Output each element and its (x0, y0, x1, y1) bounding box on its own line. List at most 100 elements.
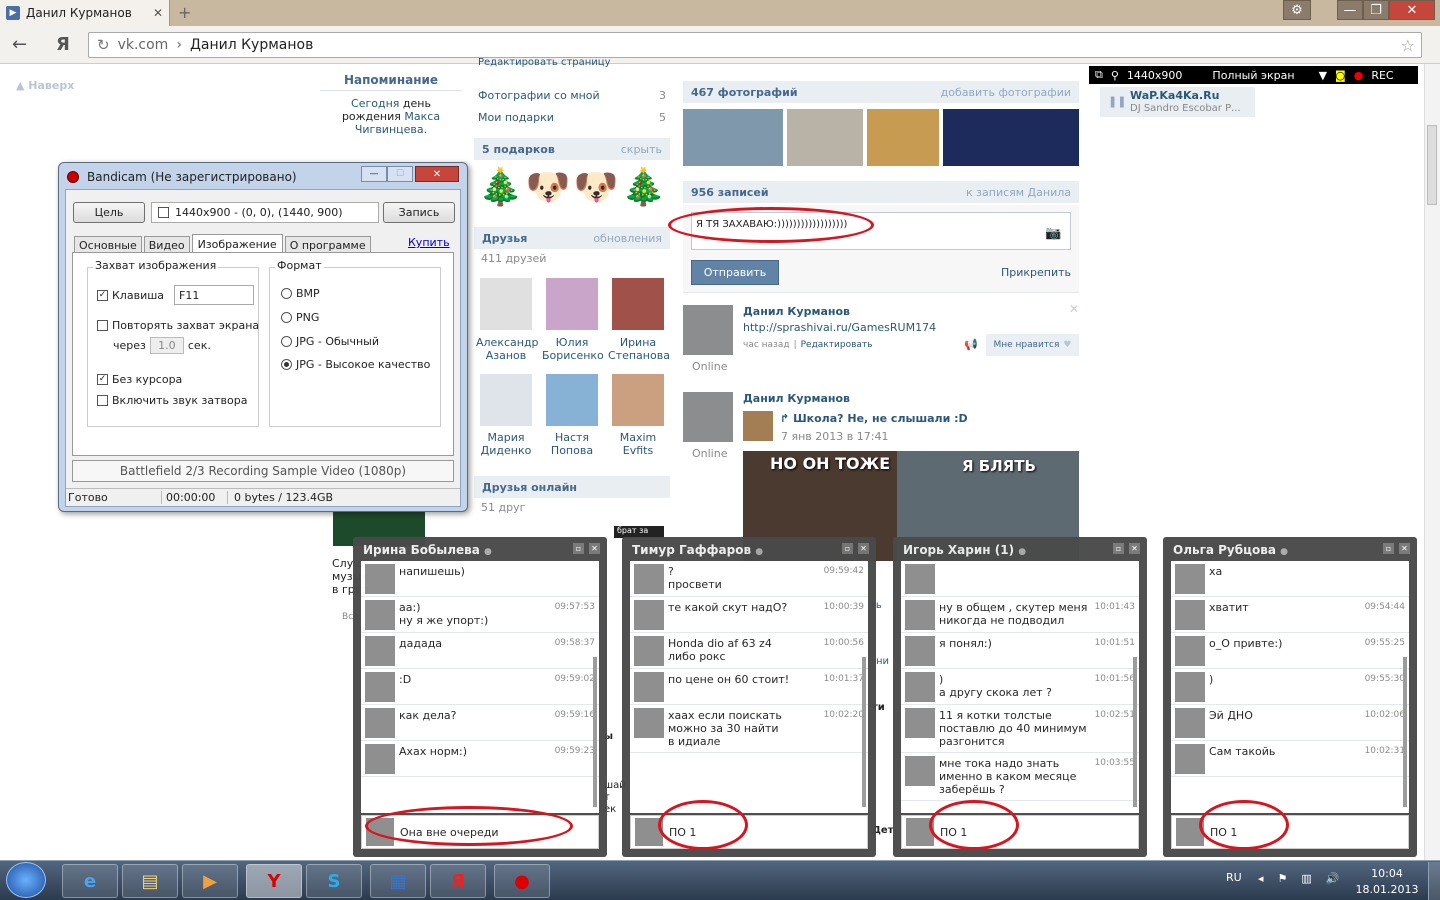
reminder-name2[interactable]: Чигвинцева. (320, 123, 462, 136)
maximize-icon[interactable]: ☐ (387, 166, 413, 182)
friend-name[interactable]: Maxim Evfits (608, 431, 668, 457)
friend-name[interactable]: Александр Азанов (476, 336, 539, 362)
clock[interactable]: 10:04 18.01.2013 (1354, 866, 1420, 898)
rec-fullscreen-label[interactable]: Полный экран (1212, 69, 1294, 82)
browser-tab[interactable]: ▶ Данил Курманов ✕ (0, 0, 170, 26)
minimize-chat-icon[interactable]: ▫ (842, 543, 853, 554)
like-button[interactable]: Мне нравится ♥ (986, 334, 1079, 356)
bookmark-star-icon[interactable]: ☆ (1401, 36, 1415, 55)
video-editor-icon[interactable]: ▦ (370, 864, 426, 898)
network-icon[interactable]: ▥ (1301, 872, 1311, 885)
my-gifts-row[interactable]: Мои подарки 5 (478, 111, 666, 124)
friend-avatar[interactable] (612, 374, 664, 426)
no-cursor-checkbox[interactable]: ✓ (97, 374, 108, 385)
post-link[interactable]: http://sprashivai.ru/GamesRUM174 (743, 321, 936, 334)
message-avatar[interactable] (905, 708, 935, 738)
radio-jpg-normal[interactable] (281, 336, 292, 347)
attach-link[interactable]: Прикрепить (1001, 266, 1071, 279)
area-checkbox[interactable] (158, 207, 169, 218)
post-author[interactable]: Данил Курманов (743, 392, 850, 405)
tab-close-icon[interactable]: ✕ (153, 6, 163, 20)
close-chat-icon[interactable]: ✕ (858, 543, 869, 554)
minimize-chat-icon[interactable]: ▫ (1113, 543, 1124, 554)
tray-expand-icon[interactable]: ◂ (1258, 872, 1264, 885)
message-avatar[interactable] (365, 636, 395, 666)
message-avatar[interactable] (365, 564, 395, 594)
maximize-icon[interactable]: ❐ (1363, 0, 1389, 20)
close-window-icon[interactable]: ✕ (1389, 0, 1435, 20)
message-avatar[interactable] (1175, 744, 1205, 774)
chat-scrollbar[interactable] (1403, 657, 1407, 807)
reload-icon[interactable]: ↻ (97, 36, 110, 54)
radio-jpg-high[interactable] (281, 359, 292, 370)
camera-icon[interactable]: ◙ (1335, 69, 1346, 82)
message-avatar[interactable] (905, 672, 935, 702)
format-option[interactable]: BMP (281, 287, 320, 300)
photo-thumb[interactable] (787, 109, 863, 166)
my-gifts-link[interactable]: Мои подарки (478, 111, 554, 124)
explorer-folder-icon[interactable]: ▤ (122, 864, 178, 898)
scroll-top-link[interactable]: ▲ Наверх (16, 79, 74, 92)
radio-png[interactable] (281, 312, 292, 323)
friend-avatar[interactable] (546, 374, 598, 426)
chat-scrollbar[interactable] (1133, 657, 1137, 807)
message-avatar[interactable] (634, 564, 664, 594)
volume-icon[interactable]: 🔊 (1326, 872, 1340, 885)
bandicam-taskbar-icon[interactable]: ● (494, 864, 550, 898)
friend-name[interactable]: Настя Попова (542, 431, 602, 457)
settings-gear-icon[interactable]: ⚙ (1283, 0, 1311, 20)
post-author-avatar[interactable] (683, 392, 733, 442)
message-avatar[interactable] (634, 672, 664, 702)
post-author[interactable]: Данил Курманов (743, 305, 850, 318)
chat-scrollbar[interactable] (593, 657, 597, 807)
close-chat-icon[interactable]: ✕ (589, 543, 600, 554)
friend-name[interactable]: Ирина Степанова (608, 336, 670, 362)
photos-with-me-link[interactable]: Фотографии со мной (478, 89, 600, 102)
audio-title[interactable]: WaP.Ka4Ka.Ru (1130, 89, 1251, 102)
chat-title[interactable]: Ольга Рубцова ● (1173, 543, 1288, 557)
gift-tree-icon[interactable]: 🎄 (478, 166, 523, 208)
chat-history[interactable]: ха 09:54:44 хватит 09:55:25 о_О привте:) 09:5… (1171, 561, 1409, 813)
pause-icon[interactable]: ❚❚ (1108, 95, 1126, 108)
format-option[interactable]: JPG - Обычный (281, 335, 379, 348)
rec-label[interactable]: REC (1371, 69, 1393, 82)
format-option[interactable]: PNG (281, 311, 319, 324)
delete-post-icon[interactable]: ✕ (1069, 302, 1079, 316)
photo-thumb[interactable] (943, 109, 1079, 166)
repeat-checkbox[interactable] (97, 320, 108, 331)
minimize-chat-icon[interactable]: ▫ (573, 543, 584, 554)
chat-scrollbar[interactable] (862, 657, 866, 807)
message-avatar[interactable] (905, 600, 935, 630)
chat-title[interactable]: Тимур Гаффаров ● (632, 543, 763, 557)
flag-icon[interactable]: ⚑ (1278, 872, 1288, 885)
start-button-icon[interactable] (6, 862, 46, 898)
gift-tree-icon[interactable]: 🎄 (621, 166, 666, 208)
gift-puppy-icon[interactable]: 🐶 (573, 166, 618, 208)
message-avatar[interactable] (1175, 672, 1205, 702)
photos-count[interactable]: 467 фотографий (691, 86, 798, 99)
send-button[interactable]: Отправить (691, 260, 779, 285)
post-edit-link[interactable]: Редактировать (801, 340, 873, 350)
minimize-icon[interactable]: — (1337, 0, 1363, 20)
capture-area-field[interactable]: 1440x900 - (0, 0), (1440, 900) (151, 202, 379, 223)
internet-explorer-icon[interactable]: e (62, 864, 118, 898)
url-bar[interactable]: ↻ vk.com › Данил Курманов ☆ (88, 32, 1422, 58)
show-desktop-button[interactable] (1428, 862, 1440, 900)
yandex-browser-icon[interactable]: Y (246, 864, 302, 898)
friend-name[interactable]: Мария Диденко (476, 431, 536, 457)
dropdown-arrow-icon[interactable]: ▼ (1319, 69, 1327, 82)
gift-puppy-icon[interactable]: 🐶 (526, 166, 571, 208)
message-avatar[interactable] (1175, 636, 1205, 666)
camera-icon[interactable]: 📷 (1045, 226, 1061, 241)
close-chat-icon[interactable]: ✕ (1129, 543, 1140, 554)
yandex-y-icon[interactable]: Я (56, 34, 70, 55)
audio-player[interactable]: ❚❚ WaP.Ka4Ka.Ru DJ Sandro Escobar Р... (1100, 87, 1255, 117)
new-tab-icon[interactable]: + (178, 3, 191, 22)
chat-title[interactable]: Ирина Бобылева ● (363, 543, 492, 557)
photo-thumb[interactable] (683, 109, 783, 166)
target-button[interactable]: Цель (73, 202, 145, 223)
message-avatar[interactable] (1175, 600, 1205, 630)
message-avatar[interactable] (905, 636, 935, 666)
buy-link[interactable]: Купить (408, 236, 450, 249)
gifts-hide-link[interactable]: скрыть (621, 143, 662, 156)
